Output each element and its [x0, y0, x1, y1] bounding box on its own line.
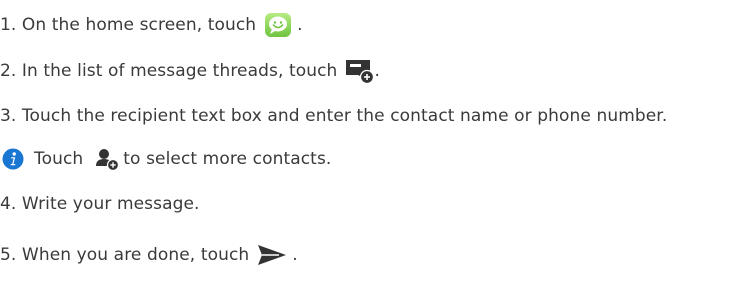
note-text-after: to select more contacts.: [123, 149, 332, 169]
step-2-text: 2. In the list of message threads, touch: [0, 61, 338, 81]
send-icon: [257, 243, 287, 267]
step-2: 2. In the list of message threads, touch…: [0, 57, 380, 85]
step-3: 3. Touch the recipient text box and ente…: [0, 103, 667, 129]
messaging-app-icon: [264, 12, 292, 38]
step-4-text: 4. Write your message.: [0, 194, 200, 214]
step-4: 4. Write your message.: [0, 191, 200, 217]
note-tip: Touch to select more contacts.: [2, 146, 331, 172]
new-message-icon: [345, 57, 375, 85]
step-5-period: .: [292, 245, 298, 265]
step-5-text: 5. When you are done, touch: [0, 245, 250, 265]
step-2-period: .: [374, 61, 380, 81]
note-text-before: Touch: [34, 149, 84, 169]
step-1: 1. On the home screen, touch .: [0, 12, 303, 38]
step-1-text: 1. On the home screen, touch: [0, 15, 257, 35]
step-1-period: .: [297, 15, 303, 35]
add-contact-icon: [95, 147, 120, 171]
step-5: 5. When you are done, touch .: [0, 242, 298, 268]
step-3-text: 3. Touch the recipient text box and ente…: [0, 106, 668, 126]
info-icon: [2, 148, 24, 170]
